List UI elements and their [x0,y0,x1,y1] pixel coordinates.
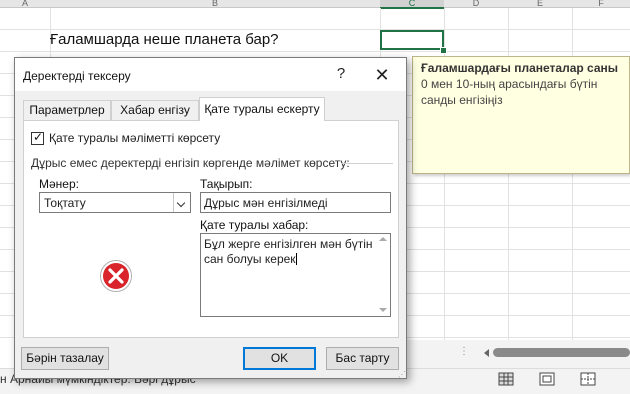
group-divider [341,163,393,164]
message-field-label: Қате туралы хабар: [200,218,309,232]
column-header-e[interactable]: E [508,0,573,8]
cancel-button[interactable]: Бас тарту [326,347,399,370]
data-validation-dialog: Деректерді тексеру ? ✕ Параметрлер Хабар… [14,57,407,379]
tab-settings[interactable]: Параметрлер [23,100,111,120]
column-header-c[interactable]: C [380,0,445,9]
clear-all-button[interactable]: Бәрін тазалау [21,347,109,370]
style-select-value: Тоқтату [44,196,86,210]
error-message-value: Бұл жерге енгізілген мән бүтін сан болуы… [204,237,373,266]
resize-grip-icon[interactable]: ⋰ [398,370,406,379]
invalid-data-group-label: Дұрыс емес деректерді енгізіп көргенде м… [31,156,350,170]
chevron-down-icon[interactable] [173,193,190,212]
checkmark-icon: ✓ [33,130,44,144]
page-layout-view-icon[interactable] [537,371,557,387]
question-cell[interactable]: Ғаламшарда неше планета бар? [50,31,279,48]
style-label: Мәнер: [39,177,79,191]
error-message-textarea[interactable]: Бұл жерге енгізілген мән бүтін сан болуы… [200,233,391,317]
horizontal-scrollbar[interactable] [493,348,630,357]
input-message-tooltip: Ғаламшардағы планеталар саны 0 мен 10-ны… [412,56,630,174]
show-error-checkbox-label[interactable]: Қате туралы мәліметті көрсету [49,131,220,145]
title-input[interactable]: Дұрыс мән енгізілмеді [200,192,391,213]
ok-button[interactable]: OK [243,347,316,370]
scroll-up-icon[interactable] [379,237,387,241]
style-select[interactable]: Тоқтату [39,192,191,213]
dialog-title: Деректерді тексеру [23,69,131,83]
normal-view-icon[interactable] [496,371,516,387]
show-error-checkbox[interactable]: ✓ [31,130,44,145]
title-field-label: Тақырып: [200,177,253,191]
column-header-b[interactable]: B [50,0,381,8]
dialog-titlebar[interactable]: Деректерді тексеру ? ✕ [15,58,406,91]
title-input-value: Дұрыс мән енгізілмеді [204,196,328,210]
help-button[interactable]: ? [331,64,351,84]
column-header-f[interactable]: F [572,0,630,8]
column-header-d[interactable]: D [444,0,509,8]
scroll-left-arrow-icon[interactable] [484,349,489,357]
error-stop-icon [99,259,133,293]
tab-input-message[interactable]: Хабар енгізу [111,100,199,120]
page-break-view-icon[interactable] [578,371,598,387]
column-header-a[interactable]: A [0,0,51,8]
scroll-down-icon[interactable] [379,308,387,312]
active-cell[interactable] [380,30,444,50]
tooltip-body: 0 мен 10-ның арасындағы бүтін санды енгі… [421,77,598,107]
tab-split-handle[interactable]: ⋮ [459,346,469,357]
close-icon[interactable]: ✕ [371,64,393,86]
text-caret [295,253,297,265]
tab-error-alert[interactable]: Қате туралы ескерту [199,97,325,121]
tooltip-title: Ғаламшардағы планеталар саны [421,61,619,75]
fill-handle[interactable] [440,47,447,54]
